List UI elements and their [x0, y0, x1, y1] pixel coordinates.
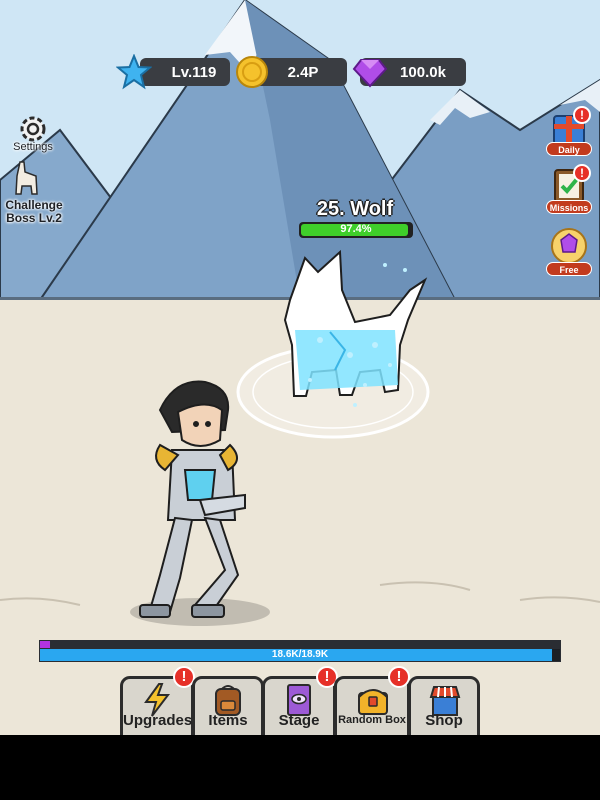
free-label: Free — [546, 262, 592, 276]
level-display: Lv.119 — [140, 58, 230, 86]
missions-label: Missions — [546, 200, 592, 214]
tab-shop-label: Shop — [425, 712, 463, 729]
enemy-hp-bar: 97.4% — [299, 222, 413, 238]
enemy-hp-text: 97.4% — [340, 223, 372, 235]
player-xp-fill — [40, 641, 51, 648]
enemy-name: 25. Wolf — [316, 198, 394, 220]
settings-label: Settings — [13, 141, 53, 153]
daily-button[interactable]: Daily ! — [546, 106, 592, 156]
random-box-notification-badge: ! — [388, 666, 410, 688]
tab-shop[interactable]: Shop — [408, 676, 480, 735]
star-icon — [116, 54, 152, 90]
mountain-background — [0, 0, 600, 735]
daily-label: Daily — [546, 142, 592, 156]
missions-button[interactable]: Missions ! — [546, 164, 592, 214]
settings-button[interactable]: Settings — [8, 112, 58, 156]
gem-pile-icon — [551, 228, 587, 264]
missions-notification-badge: ! — [573, 164, 591, 182]
gem-value: 100.0k — [400, 63, 446, 81]
challenge-label-line2: Boss Lv.2 — [6, 211, 62, 225]
challenge-boss-button[interactable]: Challenge Boss Lv.2 — [0, 160, 68, 226]
gem-icon — [352, 59, 388, 88]
coin-icon — [236, 56, 268, 88]
tab-stage-label: Stage — [278, 712, 320, 729]
player-hp-text: 18.6K/18.9K — [271, 649, 329, 660]
gold-value: 2.4P — [287, 63, 319, 81]
tab-upgrades-label: Upgrades — [123, 712, 193, 729]
tab-items-label: Items — [208, 712, 248, 729]
alpaca-icon — [15, 161, 38, 195]
free-button[interactable]: Free — [546, 226, 592, 276]
level-value: Lv.119 — [171, 63, 217, 81]
tab-items[interactable]: Items — [192, 676, 264, 735]
tab-random-box-label: Random Box — [338, 714, 406, 726]
bottom-tab-bar: Upgrades ! Items Stage ! Random Box ! Sh… — [120, 666, 482, 735]
treasure-chest-icon — [358, 689, 388, 715]
bottom-black-bar — [0, 735, 600, 800]
daily-notification-badge: ! — [573, 106, 591, 124]
player-status-bar: 18.6K/18.9K — [39, 640, 561, 662]
battle-scene: Lv.119 2.4P 100.0k Settings Challenge Bo… — [0, 0, 600, 735]
